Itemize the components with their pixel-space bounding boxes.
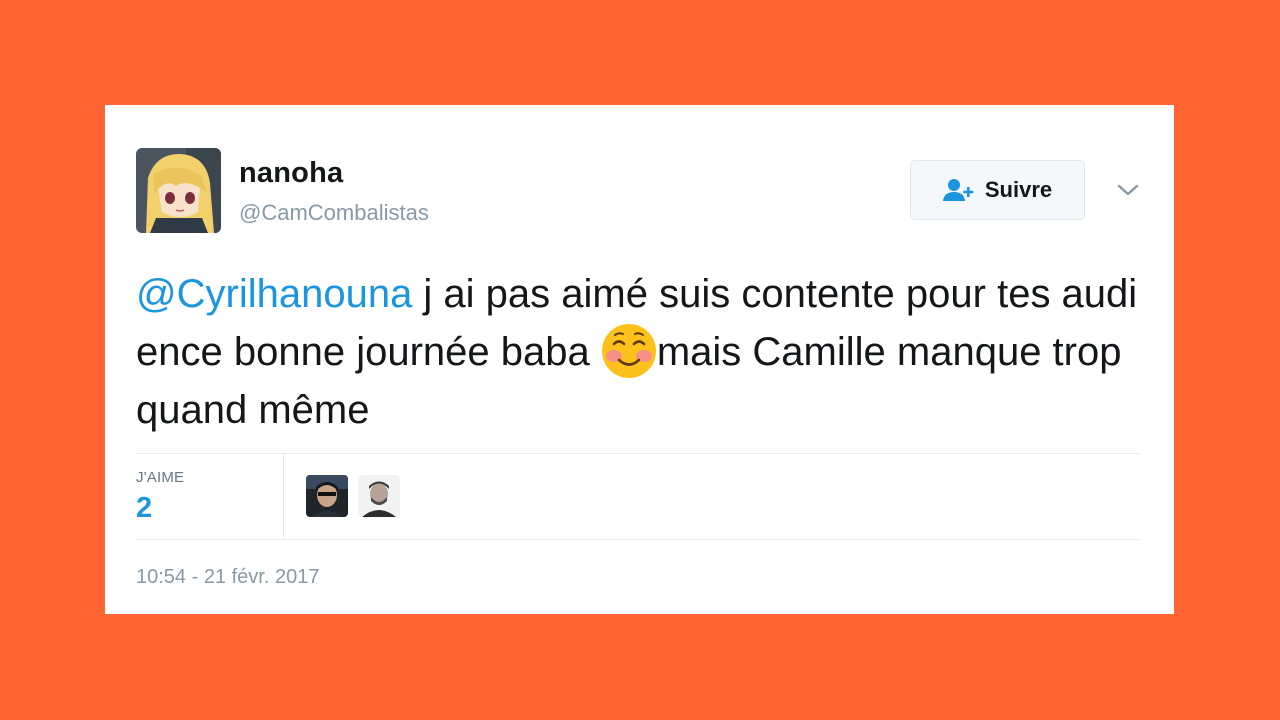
chevron-down-icon[interactable] [1116,180,1140,200]
follow-button-label: Suivre [984,177,1053,202]
likes-count[interactable]: 2 [136,492,152,525]
relieved-smiling-face-emoji [601,324,656,378]
add-user-icon [942,179,974,201]
tweet-timestamp[interactable]: 10:54 - 21 févr. 2017 [136,566,319,589]
author-handle[interactable]: @CamCombalistas [239,200,429,226]
tweet-stats: J'AIME 2 [136,453,1140,540]
author-name[interactable]: nanoha [239,157,343,190]
likes-label: J'AIME [136,469,185,486]
liker-avatar[interactable] [306,475,348,517]
liker-avatar[interactable] [358,475,400,517]
mention-link[interactable]: @Cyrilhanouna [136,272,412,316]
tweet-text: @Cyrilhanouna j ai pas aimé suis content… [136,265,1146,439]
follow-button[interactable]: Suivre [910,160,1085,220]
author-avatar[interactable] [136,148,221,233]
stats-divider [283,454,284,539]
tweet-card: nanoha @CamCombalistas Suivre @Cyrilhano… [105,105,1174,614]
